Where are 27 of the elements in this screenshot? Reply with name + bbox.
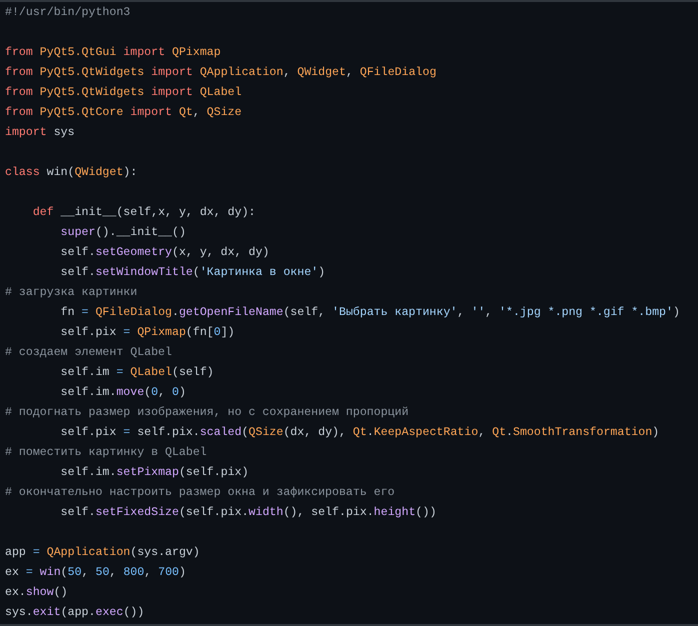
- code-line: app = QApplication(sys.argv): [5, 545, 201, 561]
- code-line: self.im = QLabel(self): [60, 365, 215, 381]
- code-line: self.im.setPixmap(self.pix): [60, 465, 250, 481]
- code-line: self.setFixedSize(self.pix.width(), self.pix.height()): [60, 505, 438, 521]
- code-line: from PyQt5.QtCore import Qt, QSize: [5, 105, 243, 121]
- code-line: ex = win(50, 50, 800, 700): [5, 565, 187, 581]
- code-line: sys.exit(app.exec()): [5, 605, 146, 621]
- code-line: # подогнать размер изображения, но с сохранением пропорций: [5, 405, 410, 421]
- code-line: self.setGeometry(x, y, dx, dy): [60, 245, 270, 261]
- code-line: self.pix = QPixmap(fn[0]): [60, 325, 236, 341]
- code-line: fn = QFileDialog.getOpenFileName(self, 'Выбрать картинку', '', '*.jpg *.png *.gif *.bmp'): [60, 305, 681, 321]
- code-line: from PyQt5.QtGui import QPixmap: [5, 45, 222, 61]
- code-line: # поместить картинку в QLabel: [5, 445, 208, 461]
- code-line: # загрузка картинки: [5, 285, 138, 301]
- code-line: self.pix = self.pix.scaled(QSize(dx, dy), Qt.KeepAspectRatio, Qt.SmoothTransformation): [60, 425, 660, 441]
- code-line: from PyQt5.QtWidgets import QLabel: [5, 85, 243, 101]
- code-line: #!/usr/bin/python3: [5, 5, 132, 21]
- code-line: from PyQt5.QtWidgets import QApplication, QWidget, QFileDialog: [5, 65, 438, 81]
- code-line: # создаем элемент QLabel: [5, 345, 173, 361]
- code-line: super().__init__(): [60, 225, 187, 241]
- code-line: # окончательно настроить размер окна и зафиксировать его: [5, 485, 396, 501]
- code-line: self.setWindowTitle('Картинка в окне'): [60, 265, 326, 281]
- code-line: def __init__(self,x, y, dx, dy):: [32, 205, 256, 221]
- code-line: import sys: [5, 125, 76, 141]
- code-line: self.im.move(0, 0): [60, 385, 187, 401]
- code-line: class win(QWidget):: [5, 165, 138, 181]
- code-line: ex.show(): [5, 585, 69, 601]
